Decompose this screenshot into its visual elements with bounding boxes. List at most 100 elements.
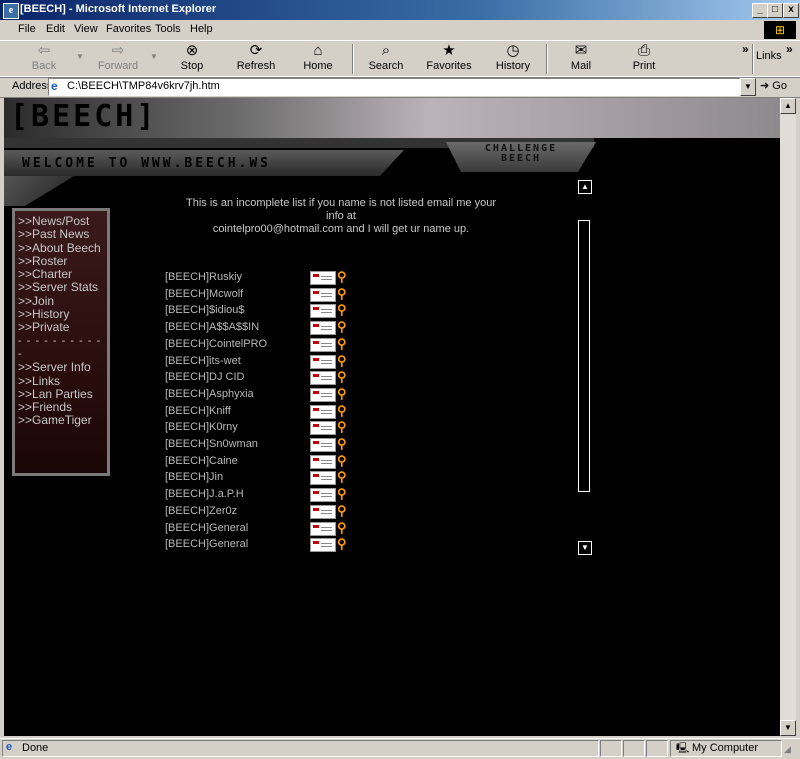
aim-running-man-icon[interactable]: ⚲ bbox=[337, 520, 349, 536]
aim-running-man-icon[interactable]: ⚲ bbox=[337, 286, 349, 302]
nav-link[interactable]: >>Lan Parties bbox=[15, 387, 107, 401]
refresh-button[interactable]: ⟳ Refresh bbox=[228, 42, 284, 74]
minimize-button[interactable]: _ bbox=[752, 3, 768, 18]
roster-row: [BEECH]J.a.P.H ⚲ bbox=[165, 486, 365, 503]
aim-running-man-icon[interactable]: ⚲ bbox=[337, 469, 349, 485]
aim-running-man-icon[interactable]: ⚲ bbox=[337, 436, 349, 452]
nav-link[interactable]: >>Private bbox=[15, 321, 107, 335]
roster-intro: This is an incomplete list if you name i… bbox=[176, 197, 506, 236]
email-member-icon[interactable] bbox=[310, 521, 336, 536]
aim-running-man-icon[interactable]: ⚲ bbox=[337, 386, 349, 402]
nav-link[interactable]: >>Join bbox=[15, 294, 107, 308]
roster-scroll-up-button[interactable]: ▲ bbox=[578, 180, 592, 194]
aim-running-man-icon[interactable]: ⚲ bbox=[337, 353, 349, 369]
back-dropdown-icon[interactable]: ▼ bbox=[76, 52, 84, 61]
address-input[interactable]: e C:\BEECH\TMP84v6krv7jh.htm bbox=[48, 78, 740, 96]
menu-view[interactable]: View bbox=[74, 23, 98, 35]
scroll-up-button[interactable]: ▲ bbox=[780, 98, 796, 114]
email-member-icon[interactable] bbox=[310, 471, 336, 486]
aim-running-man-icon[interactable]: ⚲ bbox=[337, 302, 349, 318]
email-member-icon[interactable] bbox=[310, 321, 336, 336]
aim-running-man-icon[interactable]: ⚲ bbox=[337, 536, 349, 552]
aim-running-man-icon[interactable]: ⚲ bbox=[337, 503, 349, 519]
aim-running-man-icon[interactable]: ⚲ bbox=[337, 486, 349, 502]
address-dropdown-icon[interactable]: ▼ bbox=[740, 78, 756, 96]
roster-row: [BEECH]A$$A$$IN ⚲ bbox=[165, 319, 365, 336]
back-button[interactable]: ⇦ Back bbox=[16, 42, 72, 74]
aim-running-man-icon[interactable]: ⚲ bbox=[337, 453, 349, 469]
roster-row: [BEECH]CointelPRO ⚲ bbox=[165, 336, 365, 352]
forward-button[interactable]: ⇨ Forward bbox=[90, 42, 146, 74]
home-button[interactable]: ⌂ Home bbox=[290, 42, 346, 74]
status-pane bbox=[600, 740, 622, 757]
email-member-icon[interactable] bbox=[310, 354, 336, 369]
ie-app-icon[interactable]: e bbox=[3, 3, 19, 19]
email-member-icon[interactable] bbox=[310, 387, 336, 402]
roster-scroll-track[interactable] bbox=[578, 220, 590, 492]
email-member-icon[interactable] bbox=[310, 304, 336, 319]
nav-link[interactable]: >>News/Post bbox=[15, 214, 107, 228]
menu-tools[interactable]: Tools bbox=[155, 23, 181, 35]
email-member-icon[interactable] bbox=[310, 404, 336, 419]
roster-row: [BEECH]Jin ⚲ bbox=[165, 469, 365, 486]
nav-link[interactable]: >>History bbox=[15, 307, 107, 321]
nav-link[interactable]: >>Server Info bbox=[15, 360, 107, 374]
email-member-icon[interactable] bbox=[310, 287, 336, 302]
nav-link[interactable]: >>Charter bbox=[15, 267, 107, 281]
email-member-icon[interactable] bbox=[310, 454, 336, 469]
nav-link[interactable]: >>Roster bbox=[15, 254, 107, 268]
email-member-icon[interactable] bbox=[310, 438, 336, 452]
page-viewport: [BEECH] WELCOME TO WWW.BEECH.WS CHALLENG… bbox=[4, 98, 780, 736]
zone-text: My Computer bbox=[692, 742, 759, 754]
mail-button[interactable]: ✉ Mail bbox=[553, 42, 609, 74]
scroll-down-button[interactable]: ▼ bbox=[780, 720, 796, 736]
nav-link[interactable]: >>Past News bbox=[15, 227, 107, 241]
window-title: [BEECH] - Microsoft Internet Explorer bbox=[20, 3, 217, 15]
stop-button[interactable]: ⊗ Stop bbox=[164, 42, 220, 74]
resize-grip-icon[interactable]: ◢ bbox=[784, 744, 791, 755]
links-overflow-button[interactable]: » bbox=[786, 42, 793, 56]
aim-running-man-icon[interactable]: ⚲ bbox=[337, 269, 349, 285]
email-member-icon[interactable] bbox=[310, 488, 336, 503]
nav-link[interactable]: >>Server Stats bbox=[15, 281, 107, 295]
toolbar-overflow-button[interactable]: » bbox=[742, 42, 749, 56]
roster-row: [BEECH]Ruskiy ⚲ bbox=[165, 269, 365, 285]
aim-running-man-icon[interactable]: ⚲ bbox=[337, 419, 349, 435]
printer-icon: ⎙ bbox=[637, 42, 650, 59]
nav-link[interactable]: >>Friends bbox=[15, 400, 107, 414]
email-member-icon[interactable] bbox=[310, 538, 336, 553]
email-member-icon[interactable] bbox=[310, 371, 336, 386]
page-scrollbar[interactable]: ▲ ▼ bbox=[780, 98, 796, 736]
history-button[interactable]: ◷ History bbox=[485, 42, 541, 74]
roster-scroll-down-button[interactable]: ▼ bbox=[578, 541, 592, 555]
close-button[interactable]: x bbox=[783, 3, 799, 18]
forward-dropdown-icon[interactable]: ▼ bbox=[150, 52, 158, 61]
email-member-icon[interactable] bbox=[310, 504, 336, 519]
print-button[interactable]: ⎙ Print bbox=[616, 42, 672, 74]
member-name: [BEECH]A$$A$$IN bbox=[165, 321, 260, 334]
go-button[interactable]: ➜ Go bbox=[760, 79, 787, 92]
menu-help[interactable]: Help bbox=[190, 23, 213, 35]
nav-link[interactable]: >>Links bbox=[15, 374, 107, 388]
aim-running-man-icon[interactable]: ⚲ bbox=[337, 403, 349, 419]
aim-running-man-icon[interactable]: ⚲ bbox=[337, 319, 349, 335]
links-button[interactable]: Links bbox=[756, 50, 782, 62]
member-name: [BEECH]Sn0wman bbox=[165, 438, 258, 450]
favorites-button[interactable]: ★ Favorites bbox=[421, 42, 477, 74]
aim-running-man-icon[interactable]: ⚲ bbox=[337, 369, 349, 385]
nav-link[interactable]: >>GameTiger bbox=[15, 414, 107, 428]
site-nav: >>News/Post >>Past News >>About Beech >>Ros… bbox=[12, 208, 110, 476]
menu-favorites[interactable]: Favorites bbox=[106, 23, 151, 35]
email-member-icon[interactable] bbox=[310, 271, 336, 285]
member-name: [BEECH]its-wet bbox=[165, 354, 241, 367]
menu-file[interactable]: File bbox=[18, 23, 36, 35]
email-member-icon[interactable] bbox=[310, 337, 336, 352]
welcome-text: WELCOME TO WWW.BEECH.WS bbox=[22, 156, 272, 171]
email-member-icon[interactable] bbox=[310, 421, 336, 436]
nav-link[interactable]: >>About Beech bbox=[15, 241, 107, 255]
menu-edit[interactable]: Edit bbox=[46, 23, 65, 35]
aim-running-man-icon[interactable]: ⚲ bbox=[337, 336, 349, 352]
maximize-button[interactable]: □ bbox=[767, 3, 783, 18]
search-button[interactable]: ⌕ Search bbox=[358, 42, 414, 74]
roster-row: [BEECH]Mcwolf ⚲ bbox=[165, 286, 365, 302]
